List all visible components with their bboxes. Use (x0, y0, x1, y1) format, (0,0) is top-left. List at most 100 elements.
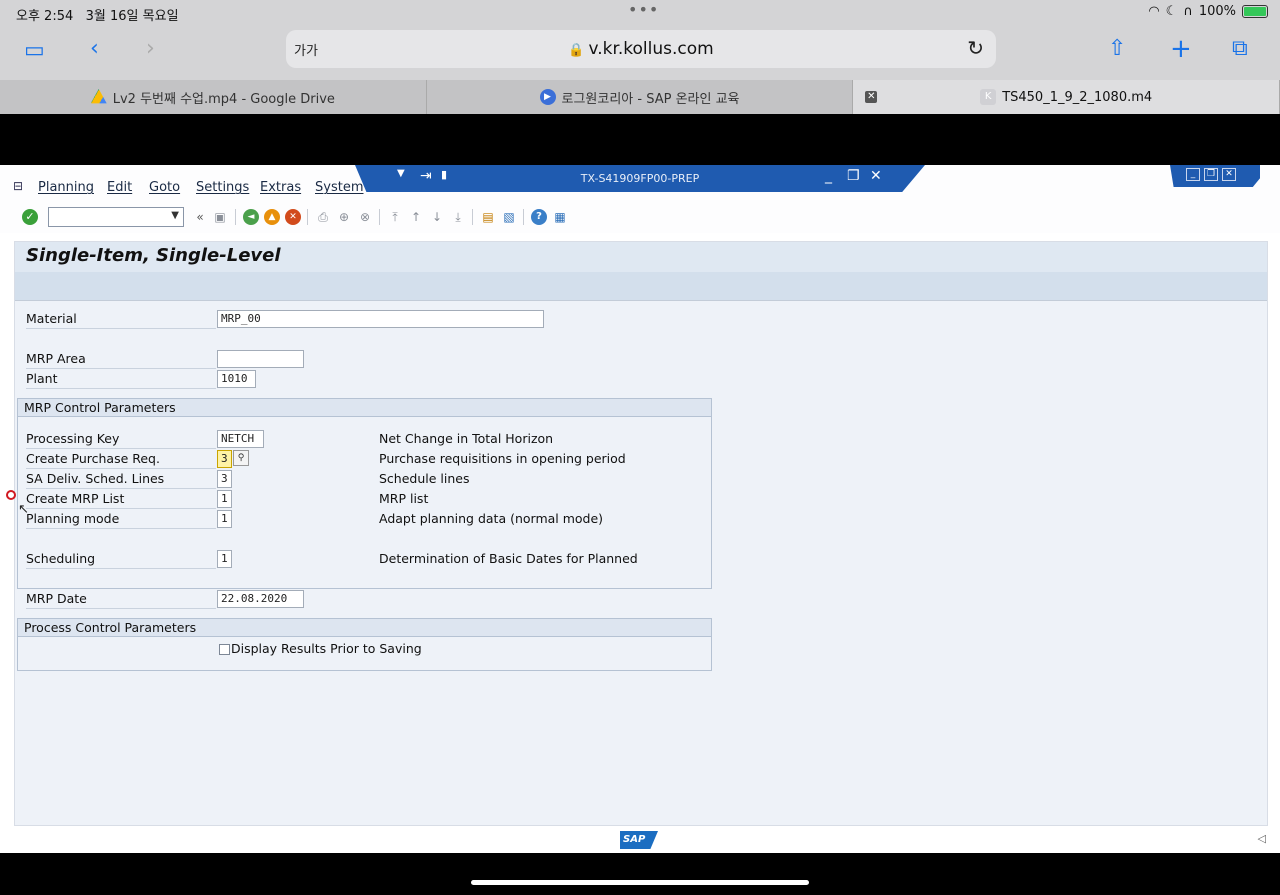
close-icon[interactable]: ✕ (870, 168, 882, 184)
lock-icon: 🔒 (568, 43, 585, 58)
back-button-icon[interactable]: ◄ (243, 209, 259, 225)
sa-deliv-sched-desc: Schedule lines (379, 471, 470, 486)
sidebar-icon[interactable]: ▭ (24, 38, 45, 63)
next-page-icon[interactable]: ↓ (429, 209, 445, 225)
back-icon[interactable]: ‹ (90, 36, 99, 61)
page-title-bar: Single-Item, Single-Level (15, 242, 1267, 272)
window-minimize-icon[interactable]: _ (1186, 168, 1200, 181)
menu-planning[interactable]: Planning (38, 180, 94, 195)
multitask-dots-icon[interactable]: ••• (628, 0, 659, 19)
sap-menubar: ⊟ Planning Edit Goto Settings Extras Sys… (0, 165, 1280, 201)
google-drive-icon (90, 89, 107, 104)
tab-video[interactable]: ✕ K TS450_1_9_2_1080.m4 (853, 80, 1280, 114)
battery-percent: 100% (1198, 4, 1236, 19)
save-icon[interactable]: ▣ (212, 209, 228, 225)
find-next-icon[interactable]: ⊗ (357, 209, 373, 225)
new-tab-icon[interactable]: + (1170, 34, 1192, 64)
tab-label: TS450_1_9_2_1080.m4 (1002, 89, 1153, 105)
sap-title-band: ▼ ⇥ ▮ TX-S41909FP00-PREP _ ❐ ✕ (355, 165, 925, 192)
mrp-date-input[interactable]: 22.08.2020 (217, 590, 304, 608)
print-icon[interactable]: ⎙ (315, 209, 331, 225)
site-favicon: K (980, 89, 997, 105)
moon-icon: ☾ (1165, 4, 1178, 19)
restore-icon[interactable]: ❐ (847, 168, 860, 184)
planning-mode-label: Planning mode (26, 509, 216, 529)
material-label: Material (26, 309, 216, 329)
planning-mode-desc: Adapt planning data (normal mode) (379, 511, 604, 526)
new-session-icon[interactable]: ▤ (480, 209, 496, 225)
window-close-icon[interactable]: ✕ (1222, 168, 1236, 181)
create-purchase-req-input[interactable]: 3 (217, 450, 232, 468)
scheduling-label: Scheduling (26, 549, 216, 569)
forward-icon[interactable]: › (146, 36, 155, 61)
scheduling-desc: Determination of Basic Dates for Planned (379, 551, 638, 566)
tab-google-drive[interactable]: Lv2 두번째 수업.mp4 - Google Drive (0, 80, 427, 114)
sa-deliv-sched-input[interactable]: 3 (217, 470, 232, 488)
create-mrp-list-desc: MRP list (379, 491, 429, 506)
plant-label: Plant (26, 369, 216, 389)
help-icon[interactable]: ? (531, 209, 547, 225)
create-purchase-req-desc: Purchase requisitions in opening period (379, 451, 626, 466)
menu-settings[interactable]: Settings (196, 180, 249, 195)
sap-screen-content: Single-Item, Single-Level Material MRP_0… (14, 241, 1268, 826)
menu-icon[interactable]: ⊟ (13, 179, 23, 193)
material-input[interactable]: MRP_00 (217, 310, 544, 328)
page-title: Single-Item, Single-Level (26, 245, 281, 266)
collapse-icon[interactable]: « (192, 209, 208, 225)
sap-footer: SAP ◁ (0, 826, 1280, 853)
tabs-overview-icon[interactable]: ⧉ (1232, 36, 1248, 61)
display-results-checkbox[interactable] (219, 644, 230, 655)
click-indicator-icon (6, 490, 16, 500)
find-icon[interactable]: ⊕ (336, 209, 352, 225)
mouse-pointer-icon: ↖ (18, 502, 29, 517)
ipad-status-bar: 오후 2:54 3월 16일 목요일 ••• ◠ ☾ ∩ 100% (0, 0, 1280, 26)
scheduling-input[interactable]: 1 (217, 550, 232, 568)
enter-check-icon[interactable]: ✓ (22, 209, 38, 225)
url-text: v.kr.kollus.com (588, 39, 714, 59)
sa-deliv-sched-label: SA Deliv. Sched. Lines (26, 469, 216, 489)
tab-label: 로그원코리아 - SAP 온라인 교육 (561, 91, 740, 107)
create-mrp-list-label: Create MRP List (26, 489, 216, 509)
group-header: Process Control Parameters (18, 619, 711, 637)
menu-system[interactable]: System (315, 180, 363, 195)
safari-toolbar: ▭ ‹ › 가가 🔒 v.kr.kollus.com ↻ ⇧ + ⧉ (0, 26, 1280, 80)
window-maximize-icon[interactable]: ❐ (1204, 168, 1218, 181)
command-field[interactable]: ▼ (48, 207, 184, 227)
tab-label: Lv2 두번째 수업.mp4 - Google Drive (112, 91, 335, 107)
plant-input[interactable]: 1010 (217, 370, 256, 388)
status-time: 오후 2:54 3월 16일 목요일 (16, 9, 179, 24)
close-tab-icon[interactable]: ✕ (865, 91, 878, 103)
exit-icon[interactable]: ▲ (264, 209, 280, 225)
menu-extras[interactable]: Extras (260, 180, 301, 195)
home-indicator[interactable] (471, 880, 809, 885)
mrp-control-header: MRP Control Parameters (24, 400, 176, 415)
headphones-icon: ∩ (1183, 4, 1193, 19)
last-page-icon[interactable]: ⤓ (450, 209, 466, 225)
customize-layout-icon[interactable]: ▦ (552, 209, 568, 225)
status-date: 3월 16일 목요일 (85, 9, 179, 24)
command-dropdown-icon[interactable]: ▼ (171, 210, 179, 221)
sap-window: ⊟ Planning Edit Goto Settings Extras Sys… (0, 165, 1280, 853)
planning-mode-input[interactable]: 1 (217, 510, 232, 528)
toolbar-separator (235, 209, 236, 225)
url-bar[interactable]: 가가 🔒 v.kr.kollus.com ↻ (286, 30, 996, 68)
minimize-icon[interactable]: _ (825, 168, 832, 184)
share-icon[interactable]: ⇧ (1108, 36, 1126, 61)
previous-page-icon[interactable]: ↑ (408, 209, 424, 225)
menu-goto[interactable]: Goto (149, 180, 180, 195)
tab-sap-education[interactable]: ▶ 로그원코리아 - SAP 온라인 교육 (427, 80, 854, 114)
search-help-icon[interactable]: ⚲ (233, 450, 249, 466)
processing-key-input[interactable]: NETCH (217, 430, 264, 448)
status-right: ◠ ☾ ∩ 100% (1148, 4, 1268, 19)
first-page-icon[interactable]: ⤒ (387, 209, 403, 225)
menu-edit[interactable]: Edit (107, 180, 132, 195)
shortcut-icon[interactable]: ▧ (501, 209, 517, 225)
create-mrp-list-input[interactable]: 1 (217, 490, 232, 508)
wifi-icon: ◠ (1148, 4, 1160, 19)
battery-icon (1242, 5, 1268, 18)
status-bar-toggle-icon[interactable]: ◁ (1258, 832, 1266, 845)
reload-icon[interactable]: ↻ (967, 36, 984, 60)
toolbar-separator (379, 209, 380, 225)
cancel-icon[interactable]: ✕ (285, 209, 301, 225)
mrp-area-input[interactable] (217, 350, 304, 368)
